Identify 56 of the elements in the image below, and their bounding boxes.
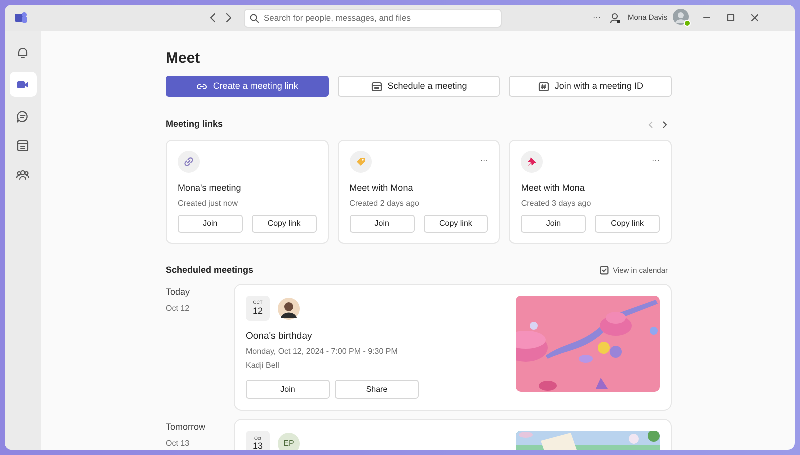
meeting-created: Created 2 days ago (350, 198, 420, 210)
pin-icon (521, 150, 544, 172)
meeting-title: Oona's birthday (246, 330, 314, 344)
day-label: Tomorrow (166, 421, 207, 434)
link-icon (178, 150, 200, 172)
search-field[interactable]: Search for people, messages, and files (244, 8, 502, 28)
back-icon[interactable] (209, 13, 217, 23)
person-icon[interactable] (610, 12, 621, 24)
next-icon[interactable] (662, 120, 668, 129)
meeting-title: Meet with Mona (521, 182, 586, 194)
join-button[interactable]: Join (246, 380, 330, 400)
meeting-time: Monday, Oct 12, 2024 - 7:00 PM - 9:30 PM (246, 346, 399, 358)
organizer-name: Kadji Bell (246, 360, 280, 372)
meeting-title: Meet with Mona (350, 182, 414, 194)
date-label: Oct 13 (166, 438, 191, 450)
action-button[interactable]: Create a meeting link (166, 76, 329, 97)
more-button[interactable]: ··· (652, 154, 660, 166)
calendar-check-icon[interactable] (600, 266, 610, 275)
day-number: 13 (252, 442, 263, 450)
calendar-icon (370, 82, 383, 92)
meeting-created: Created just now (178, 198, 240, 210)
avatar: EP (278, 432, 300, 450)
tag-icon (350, 150, 372, 172)
section-title: Meeting links (166, 118, 224, 131)
day-label: Today (166, 286, 192, 299)
bell-icon (16, 46, 30, 60)
rail-item[interactable] (10, 72, 36, 97)
more-button[interactable]: ··· (480, 154, 488, 166)
search-icon (250, 14, 259, 22)
page-title: Meet (166, 50, 202, 68)
app-logo-icon (14, 11, 28, 25)
meeting-title: Mona's meeting (178, 182, 242, 195)
meeting-created: Created 3 days ago (521, 198, 592, 210)
chat-icon (16, 110, 30, 124)
date-label: Oct 12 (166, 302, 191, 314)
more-button[interactable]: ··· (593, 12, 601, 24)
join-button[interactable]: Join (178, 214, 243, 232)
copy-link-button[interactable]: Copy link (252, 214, 317, 232)
section-title: Scheduled meetings (166, 264, 254, 277)
hash-icon (538, 82, 550, 92)
action-button[interactable]: Join with a meeting ID (509, 76, 672, 97)
share-button[interactable]: Share (335, 380, 419, 400)
copy-link-button[interactable]: Copy link (595, 214, 660, 232)
calendar-icon (16, 138, 30, 152)
people-icon (16, 168, 30, 182)
join-button[interactable]: Join (350, 214, 415, 232)
action-button[interactable]: Schedule a meeting (338, 76, 500, 97)
day-number: 12 (252, 306, 263, 316)
avatar (278, 298, 300, 320)
copy-link-button[interactable]: Copy link (424, 214, 488, 232)
forward-icon[interactable] (225, 13, 233, 23)
link-icon (196, 82, 208, 92)
close-icon[interactable] (750, 14, 759, 22)
join-button[interactable]: Join (521, 214, 586, 232)
user-avatar[interactable] (672, 9, 691, 27)
maximize-icon[interactable] (726, 14, 735, 22)
